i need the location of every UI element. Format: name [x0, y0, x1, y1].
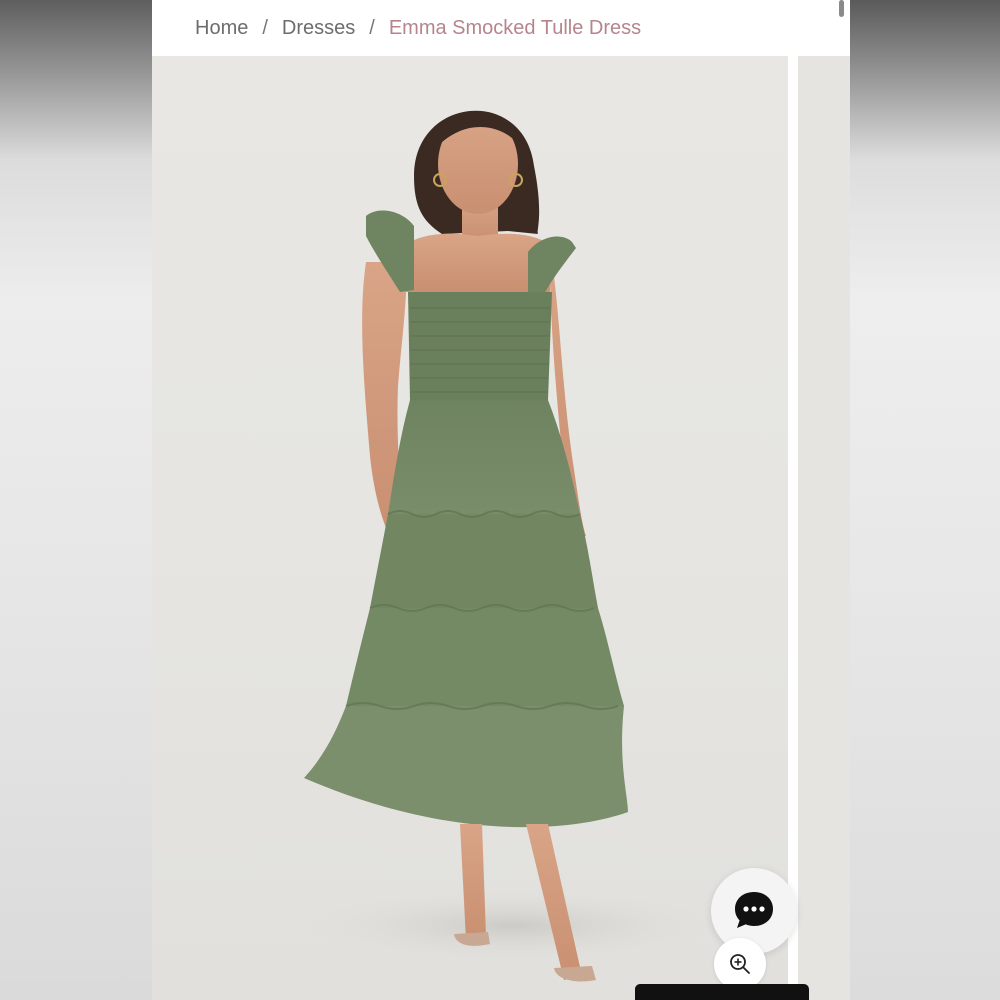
backdrop-right [850, 0, 1000, 1000]
next-product-image-peek[interactable] [798, 56, 850, 1000]
model-photo-illustration [282, 110, 742, 982]
breadcrumb: Home / Dresses / Emma Smocked Tulle Dres… [152, 0, 850, 56]
mobile-viewport: Home / Dresses / Emma Smocked Tulle Dres… [152, 0, 850, 1000]
scrollbar[interactable] [839, 0, 844, 17]
breadcrumb-separator: / [262, 16, 268, 39]
breadcrumb-separator: / [369, 16, 375, 39]
zoom-in-icon [730, 954, 750, 974]
breadcrumb-dresses-link[interactable]: Dresses [282, 17, 355, 40]
breadcrumb-current-page: Emma Smocked Tulle Dress [388, 16, 642, 39]
breadcrumb-home-link[interactable]: Home [195, 17, 248, 40]
chat-bubble-icon [735, 892, 773, 928]
bottom-action-bar[interactable] [635, 984, 809, 1000]
zoom-button[interactable] [714, 938, 766, 990]
product-image[interactable] [152, 56, 788, 1000]
carousel-gap [788, 56, 798, 1000]
backdrop-left [0, 0, 152, 1000]
